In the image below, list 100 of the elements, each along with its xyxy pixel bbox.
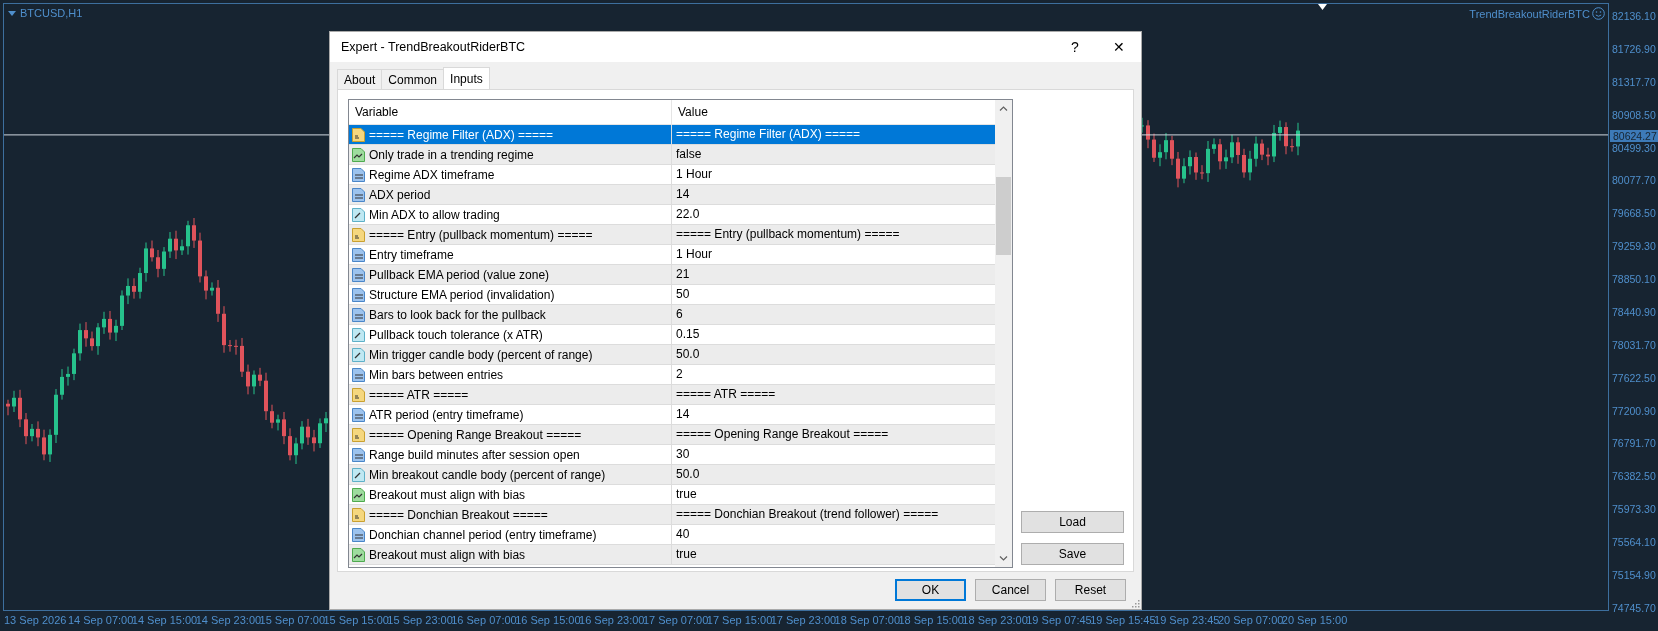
list-row[interactable]: Regime ADX timeframe 1 Hour — [349, 165, 995, 185]
parameter-type-icon — [351, 386, 366, 403]
parameter-type-icon — [351, 146, 366, 163]
file-button[interactable]: Save — [1021, 543, 1124, 565]
list-row[interactable]: ATR period (entry timeframe) 14 — [349, 405, 995, 425]
price-label: 80908.50 — [1612, 108, 1657, 121]
list-row[interactable]: ===== Donchian Breakout ===== ===== Donchian Breakout (trend follower) ===== — [349, 505, 995, 525]
variable-name: ===== Regime Filter (ADX) ===== — [368, 127, 555, 142]
price-label: 78850.10 — [1612, 273, 1657, 285]
price-label: 81317.70 — [1612, 75, 1657, 88]
tab[interactable]: Inputs — [443, 67, 490, 89]
price-label: 76382.50 — [1612, 470, 1657, 483]
parameter-type-icon — [351, 266, 366, 283]
price-label: 75973.30 — [1612, 503, 1657, 516]
parameter-type-icon — [351, 326, 366, 343]
parameter-type-icon — [351, 366, 366, 383]
list-row[interactable]: ===== ATR ===== ===== ATR ===== — [349, 385, 995, 405]
file-button[interactable]: Load — [1021, 511, 1124, 533]
price-label: 81726.90 — [1612, 42, 1657, 55]
price-label: 78440.90 — [1612, 305, 1657, 318]
time-label: 16 Sep 23:00 — [579, 613, 643, 628]
list-row[interactable]: ===== Regime Filter (ADX) ===== ===== Regime Filter (ADX) ===== — [349, 125, 995, 145]
variable-name: Pullback EMA period (value zone) — [368, 267, 551, 282]
variable-name: Regime ADX timeframe — [368, 167, 496, 182]
list-row[interactable]: Only trade in a trending regime false — [349, 145, 995, 165]
list-row[interactable]: Donchian channel period (entry timeframe) 40 — [349, 525, 995, 545]
parameter-type-icon — [351, 126, 366, 143]
variable-name: ===== ATR ===== — [368, 387, 470, 402]
variable-name: Min ADX to allow trading — [368, 207, 501, 222]
parameter-type-icon — [351, 206, 366, 223]
parameter-type-icon — [351, 526, 366, 543]
variable-name: ===== Opening Range Breakout ===== — [368, 427, 583, 442]
scroll-thumb[interactable] — [996, 177, 1011, 255]
time-label: 19 Sep 23:45 — [1154, 613, 1218, 628]
list-row[interactable]: Breakout must align with bias true — [349, 545, 995, 565]
time-label: 18 Sep 07:00 — [834, 613, 899, 628]
list-row[interactable]: Min breakout candle body (percent of range) 50.0 — [349, 465, 995, 485]
parameter-type-icon — [351, 346, 366, 363]
time-label: 16 Sep 07:00 — [451, 613, 516, 628]
price-label: 76791.70 — [1612, 437, 1657, 450]
smiley-icon — [1592, 7, 1605, 20]
price-label: 77622.50 — [1612, 371, 1657, 384]
time-label: 14 Sep 15:00 — [131, 613, 196, 628]
tab[interactable]: About — [337, 69, 383, 89]
list-row[interactable]: ===== Entry (pullback momentum) ===== ===== Entry (pullback momentum) ===== — [349, 225, 995, 245]
parameter-type-icon — [351, 486, 366, 503]
shift-marker-icon[interactable] — [1318, 4, 1327, 10]
variable-name: Min breakout candle body (percent of range) — [368, 467, 607, 482]
list-row[interactable]: ADX period 14 — [349, 185, 995, 205]
list-row[interactable]: Pullback touch tolerance (x ATR) 0.15 — [349, 325, 995, 345]
parameter-type-icon — [351, 426, 366, 443]
variable-name: Donchian channel period (entry timeframe) — [368, 527, 598, 542]
variable-name: ATR period (entry timeframe) — [368, 407, 525, 422]
parameter-type-icon — [351, 246, 366, 263]
price-label: 82136.10 — [1612, 10, 1657, 22]
variable-name: Entry timeframe — [368, 247, 455, 262]
parameter-type-icon — [351, 286, 366, 303]
list-row[interactable]: Breakout must align with bias true — [349, 485, 995, 505]
close-button[interactable]: ✕ — [1097, 32, 1141, 62]
dropdown-triangle-icon[interactable] — [8, 10, 16, 16]
list-row[interactable]: Min bars between entries 2 — [349, 365, 995, 385]
time-label: 17 Sep 15:00 — [706, 613, 771, 628]
symbol-label: BTCUSD,H1 — [20, 7, 83, 19]
variable-name: ADX period — [368, 187, 432, 202]
variable-name: Range build minutes after session open — [368, 447, 581, 462]
time-label: 16 Sep 15:00 — [515, 613, 579, 628]
parameter-type-icon — [351, 186, 366, 203]
parameter-type-icon — [351, 446, 366, 463]
parameter-type-icon — [351, 466, 366, 483]
variable-name: Min bars between entries — [368, 367, 505, 382]
scrollbar[interactable] — [995, 100, 1012, 567]
time-label: 14 Sep 07:00 — [67, 613, 132, 628]
list-row[interactable]: ===== Opening Range Breakout ===== ===== Opening Range Breakout ===== — [349, 425, 995, 445]
dialog-button[interactable]: OK — [895, 579, 966, 601]
variable-name: ===== Donchian Breakout ===== — [368, 507, 549, 522]
parameter-type-icon — [351, 506, 366, 523]
time-label: 13 Sep 2026 — [4, 613, 68, 628]
list-row[interactable]: Entry timeframe 1 Hour — [349, 245, 995, 265]
list-row[interactable]: Range build minutes after session open 30 — [349, 445, 995, 465]
price-label: 80077.70 — [1612, 174, 1657, 187]
expert-label: TrendBreakoutRiderBTC — [1469, 7, 1590, 20]
price-label: 75154.90 — [1612, 568, 1657, 581]
price-label: 75564.10 — [1612, 536, 1657, 548]
dialog-button[interactable]: Reset — [1055, 579, 1126, 601]
list-row[interactable]: Pullback EMA period (value zone) 21 — [349, 265, 995, 285]
price-label: 79668.50 — [1612, 207, 1657, 220]
variable-name: Breakout must align with bias — [368, 547, 527, 562]
list-row[interactable]: Bars to look back for the pullback 6 — [349, 305, 995, 325]
time-label: 15 Sep 15:00 — [323, 613, 388, 628]
dialog-button[interactable]: Cancel — [975, 579, 1046, 601]
list-row[interactable]: Min trigger candle body (percent of range) 50.0 — [349, 345, 995, 365]
resize-grip-icon[interactable] — [1130, 598, 1140, 608]
variable-name: Pullback touch tolerance (x ATR) — [368, 327, 544, 342]
time-label: 18 Sep 23:00 — [962, 613, 1027, 628]
variable-name: Min trigger candle body (percent of range) — [368, 347, 594, 362]
help-button[interactable]: ? — [1053, 32, 1097, 62]
column-header[interactable]: Variable — [349, 100, 671, 124]
list-row[interactable]: Structure EMA period (invalidation) 50 — [349, 285, 995, 305]
list-row[interactable]: Min ADX to allow trading 22.0 — [349, 205, 995, 225]
variable-name: Structure EMA period (invalidation) — [368, 287, 556, 302]
